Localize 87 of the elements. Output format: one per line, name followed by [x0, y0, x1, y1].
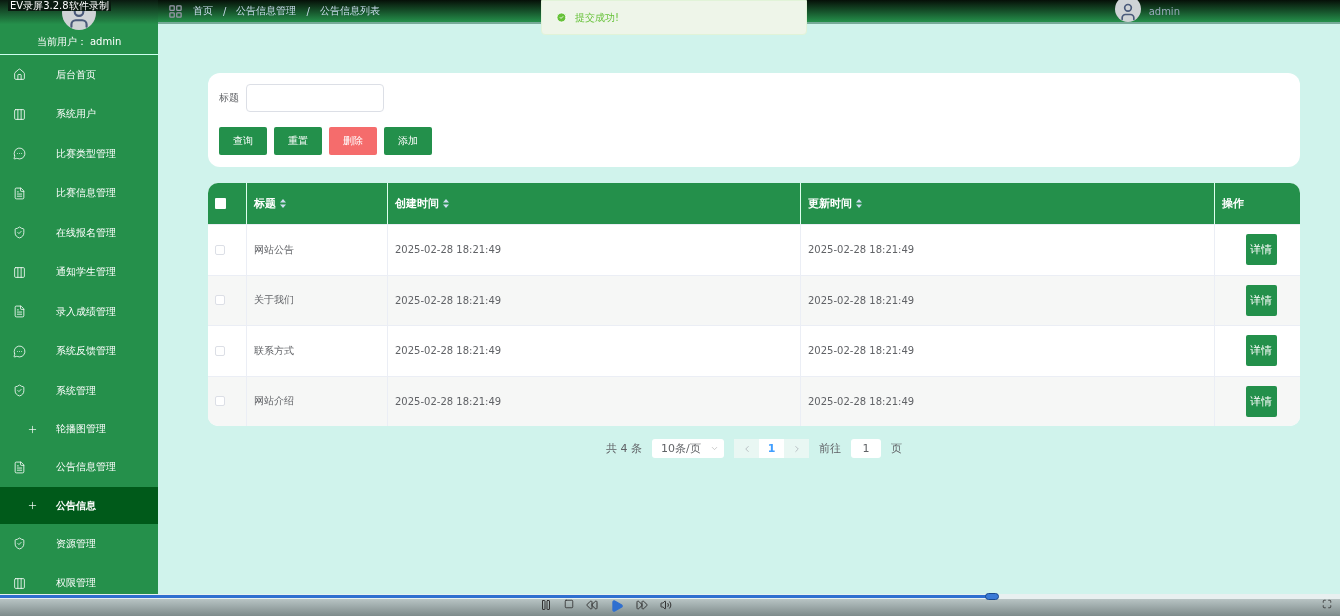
detail-button[interactable]: 详情 — [1245, 284, 1277, 316]
column-header[interactable]: 操作 — [1222, 196, 1244, 211]
menu-icon — [13, 107, 26, 121]
detail-button[interactable]: 详情 — [1245, 234, 1277, 266]
action-button[interactable]: 重置 — [274, 127, 322, 155]
volume-icon[interactable] — [660, 599, 672, 611]
table-cell: 2025-02-28 18:21:49 — [395, 345, 502, 357]
column-header[interactable]: 标题 — [254, 196, 276, 211]
forward-icon[interactable] — [636, 599, 648, 611]
menu-item[interactable]: 在线报名管理 — [0, 213, 158, 253]
breadcrumb-separator: / — [306, 5, 310, 17]
action-button[interactable]: 查询 — [219, 127, 267, 155]
menu-icon — [13, 384, 26, 398]
total-count: 共 4 条 — [606, 441, 642, 456]
row-checkbox[interactable] — [215, 345, 225, 356]
menu-icon — [13, 186, 26, 200]
success-icon — [556, 12, 567, 23]
menu-icon — [13, 537, 26, 551]
sort-icon[interactable] — [443, 199, 449, 208]
breadcrumb-item[interactable]: 公告信息列表 — [319, 4, 380, 18]
menu-item[interactable]: 系统反馈管理 — [0, 331, 158, 371]
table-cell: 2025-02-28 18:21:49 — [808, 244, 915, 256]
breadcrumb-item[interactable]: 公告信息管理 — [236, 4, 297, 18]
breadcrumb-separator: / — [223, 5, 227, 17]
column-header[interactable]: 创建时间 — [395, 196, 439, 211]
page-button[interactable]: 1 — [759, 439, 784, 458]
page-suffix: 页 — [891, 441, 902, 456]
breadcrumb-item[interactable]: 首页 — [193, 4, 213, 18]
menu-icon — [13, 265, 26, 279]
row-checkbox[interactable] — [215, 396, 225, 407]
title-input[interactable] — [246, 84, 384, 112]
menu-item[interactable]: 系统管理 — [0, 371, 158, 411]
current-user: 当前用户： admin — [36, 35, 122, 49]
menu-item[interactable]: 公告信息管理 — [0, 447, 158, 487]
menu-icon — [13, 344, 26, 358]
goto-label: 前往 — [819, 441, 841, 456]
delete-button[interactable]: 删除 — [329, 127, 377, 155]
menu-item[interactable]: 录入成绩管理 — [0, 292, 158, 332]
menu-item[interactable]: 系统用户 — [0, 94, 158, 134]
table-cell: 网站介绍 — [254, 394, 294, 409]
column-header[interactable]: 更新时间 — [808, 196, 852, 211]
select-all-checkbox[interactable] — [215, 198, 226, 209]
stop-icon[interactable] — [564, 599, 574, 609]
toast-message: 提交成功! — [575, 10, 619, 25]
pause-icon[interactable] — [540, 599, 552, 611]
user-name: admin — [1148, 5, 1180, 17]
table-cell: 关于我们 — [254, 293, 294, 308]
menu-item[interactable]: 比赛类型管理 — [0, 134, 158, 174]
detail-button[interactable]: 详情 — [1245, 335, 1277, 367]
detail-button[interactable]: 详情 — [1245, 385, 1277, 417]
row-checkbox[interactable] — [215, 244, 225, 255]
sort-icon[interactable] — [280, 199, 286, 208]
menu-item[interactable]: 资源管理 — [0, 524, 158, 564]
plus-icon — [27, 423, 38, 435]
user-avatar — [1114, 0, 1141, 22]
rewind-icon[interactable] — [586, 599, 598, 611]
sort-icon[interactable] — [856, 199, 862, 208]
caret-icon — [710, 444, 719, 453]
menu-item[interactable]: 后台首页 — [0, 55, 158, 95]
field-label: 标题 — [219, 91, 239, 105]
menu-item[interactable]: 通知学生管理 — [0, 252, 158, 292]
goto-input[interactable]: 1 — [851, 439, 881, 458]
plus-icon — [27, 500, 38, 511]
play-icon[interactable] — [610, 599, 624, 613]
recorder-title: EV录屏3.2.8软件录制 — [8, 0, 111, 11]
table-cell: 2025-02-28 18:21:49 — [395, 395, 502, 407]
menu-icon — [13, 68, 26, 82]
table-cell: 2025-02-28 18:21:49 — [808, 294, 915, 306]
menu-item[interactable]: 比赛信息管理 — [0, 173, 158, 213]
row-checkbox[interactable] — [215, 295, 225, 306]
table-cell: 2025-02-28 18:21:49 — [808, 345, 915, 357]
fullscreen-icon[interactable] — [1322, 599, 1332, 609]
table-cell: 联系方式 — [254, 343, 294, 358]
menu-item[interactable]: 轮播图管理 — [0, 410, 158, 448]
menu-item[interactable]: 公告信息 — [0, 487, 158, 524]
table-cell: 2025-02-28 18:21:49 — [395, 244, 502, 256]
table-cell: 网站公告 — [254, 242, 294, 257]
menu-icon — [13, 576, 26, 590]
grid-icon[interactable] — [168, 3, 183, 19]
menu-icon — [13, 460, 26, 474]
menu-icon — [13, 226, 26, 240]
table-cell: 2025-02-28 18:21:49 — [808, 395, 915, 407]
menu-icon — [13, 147, 26, 161]
action-button[interactable]: 添加 — [384, 127, 432, 155]
table-cell: 2025-02-28 18:21:49 — [395, 294, 502, 306]
page-size-select[interactable]: 10条/页 — [652, 439, 724, 458]
menu-icon — [13, 305, 26, 319]
